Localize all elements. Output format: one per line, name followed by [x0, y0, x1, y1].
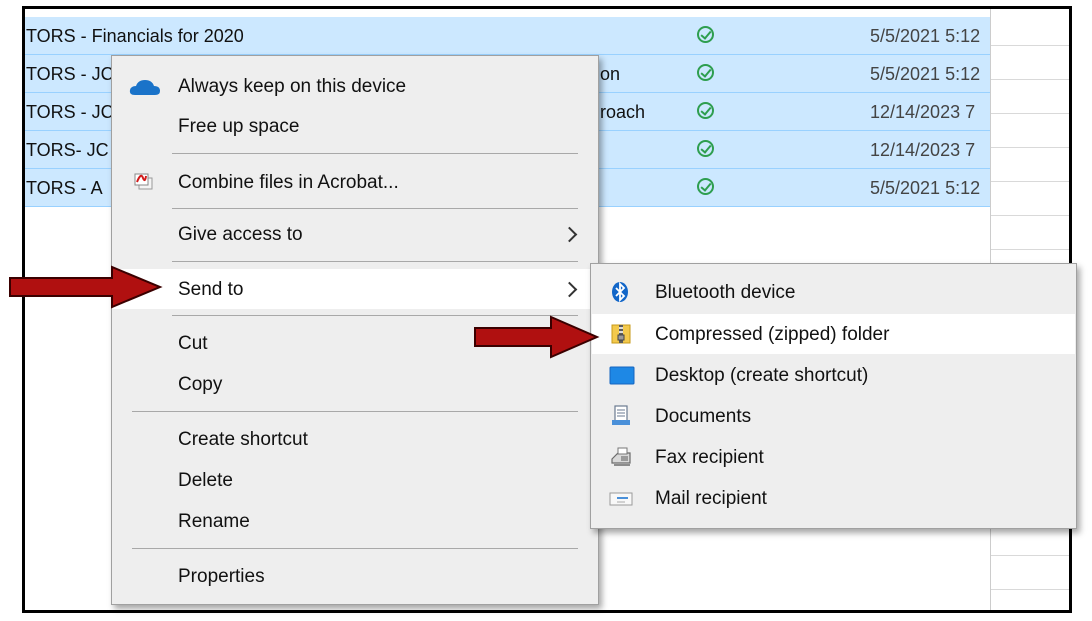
red-arrow-icon [9, 265, 163, 309]
submenu-item-label: Compressed (zipped) folder [655, 324, 890, 345]
pane-divider [991, 555, 1069, 556]
menu-item-label: Create shortcut [178, 429, 308, 450]
acrobat-combine-icon [134, 173, 153, 190]
menu-item-rename[interactable]: Rename [113, 501, 597, 541]
submenu-item-label: Mail recipient [655, 488, 767, 509]
menu-item-copy[interactable]: Copy [113, 364, 597, 404]
file-name: TORS - JC [26, 64, 114, 84]
file-name: TORS - JC [26, 102, 114, 122]
desktop-icon [609, 366, 635, 385]
submenu-item-label: Fax recipient [655, 447, 764, 468]
menu-item-label: Properties [178, 566, 265, 587]
menu-item-give-access[interactable]: Give access to [113, 214, 597, 254]
file-name-tail: on [600, 64, 621, 84]
menu-item-label: Cut [178, 333, 208, 354]
chevron-right-icon [561, 226, 578, 243]
menu-separator [172, 261, 578, 262]
send-to-submenu: Bluetooth device Compressed (zipped) fol… [590, 263, 1077, 529]
menu-separator [172, 208, 578, 209]
menu-item-free-up-space[interactable]: Free up space [113, 106, 597, 146]
file-row[interactable]: TORS - Financials for 2020 5/5/2021 5:12 [25, 17, 990, 55]
menu-item-always-keep[interactable]: Always keep on this device [113, 66, 597, 106]
bluetooth-icon [612, 282, 628, 302]
submenu-item-bluetooth[interactable]: Bluetooth device [592, 272, 1075, 312]
pane-divider [991, 147, 1069, 148]
submenu-item-desktop[interactable]: Desktop (create shortcut) [592, 355, 1075, 395]
menu-item-label: Rename [178, 511, 250, 532]
sync-check-icon [697, 178, 714, 195]
menu-separator [132, 411, 578, 412]
documents-icon [612, 405, 630, 425]
mail-icon [609, 492, 633, 506]
file-date: 12/14/2023 7 [870, 102, 976, 122]
submenu-item-label: Desktop (create shortcut) [655, 365, 869, 386]
file-date: 5/5/2021 5:12 [870, 64, 981, 84]
file-date: 12/14/2023 7 [870, 140, 976, 160]
zip-folder-icon [611, 324, 631, 344]
menu-item-label: Delete [178, 470, 233, 491]
pane-divider [991, 113, 1069, 114]
menu-item-combine-acrobat[interactable]: Combine files in Acrobat... [113, 162, 597, 202]
fax-icon [611, 447, 631, 466]
submenu-item-label: Bluetooth device [655, 282, 796, 303]
pane-divider [991, 45, 1069, 46]
pane-divider [991, 589, 1069, 590]
menu-separator [132, 548, 578, 549]
sync-check-icon [697, 102, 714, 119]
submenu-item-fax[interactable]: Fax recipient [592, 437, 1075, 477]
sync-check-icon [697, 64, 714, 81]
menu-item-label: Always keep on this device [178, 76, 407, 97]
file-name-tail: roach [600, 102, 646, 122]
file-name: TORS - A [26, 178, 103, 198]
pane-divider [991, 79, 1069, 80]
menu-item-properties[interactable]: Properties [113, 556, 597, 596]
menu-item-label: Send to [178, 279, 244, 300]
sync-check-icon [697, 26, 714, 43]
onedrive-cloud-icon [129, 80, 160, 95]
menu-item-label: Give access to [178, 224, 303, 245]
red-arrow-icon [474, 315, 600, 359]
submenu-item-label: Documents [655, 406, 752, 427]
chevron-right-icon [561, 281, 578, 298]
menu-item-label: Copy [178, 374, 223, 395]
menu-separator [172, 153, 578, 154]
pane-divider [991, 249, 1069, 250]
menu-item-create-shortcut[interactable]: Create shortcut [113, 419, 597, 459]
file-date: 5/5/2021 5:12 [870, 178, 981, 198]
submenu-item-compressed-folder[interactable]: Compressed (zipped) folder [592, 314, 1075, 354]
file-name: TORS - Financials for 2020 [26, 26, 244, 46]
file-date: 5/5/2021 5:12 [870, 26, 981, 46]
pane-divider [991, 181, 1069, 182]
menu-item-delete[interactable]: Delete [113, 460, 597, 500]
menu-item-label: Combine files in Acrobat... [178, 172, 399, 193]
file-name: TORS- JC [26, 140, 109, 160]
pane-divider [991, 215, 1069, 216]
sync-check-icon [697, 140, 714, 157]
menu-item-send-to[interactable]: Send to [113, 269, 597, 309]
menu-item-label: Free up space [178, 116, 300, 137]
submenu-item-mail[interactable]: Mail recipient [592, 478, 1075, 518]
submenu-item-documents[interactable]: Documents [592, 396, 1075, 436]
